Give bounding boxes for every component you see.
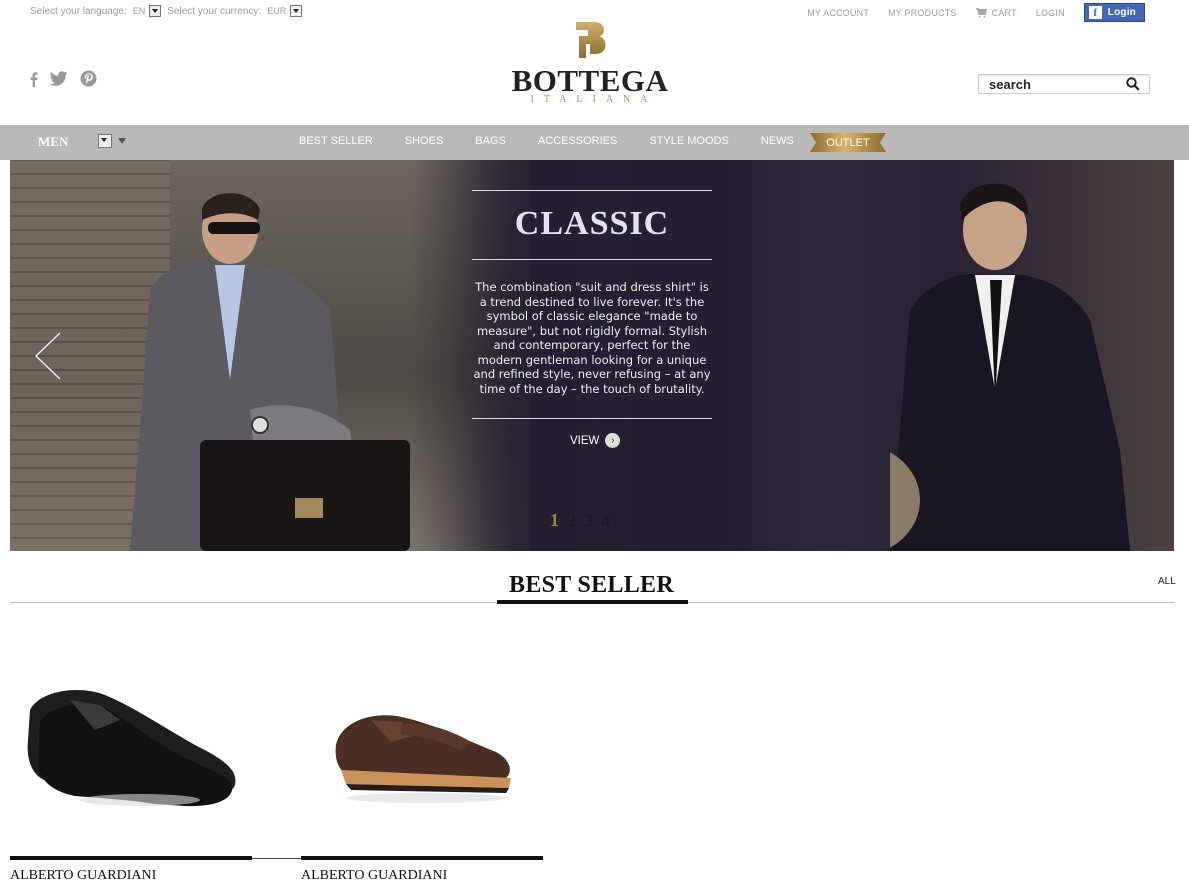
logo-subtitle: ITALIANA [530, 94, 658, 105]
nav-item-style-moods[interactable]: STYLE MOODS [633, 135, 744, 147]
facebook-icon[interactable] [30, 71, 38, 87]
slide-title: CLASSIC [514, 205, 670, 242]
caption-rule [472, 190, 712, 191]
cart-link[interactable]: CART [975, 7, 1017, 18]
caption-rule [472, 259, 712, 260]
chevron-down-icon [149, 5, 162, 17]
view-button[interactable]: VIEW › [570, 433, 621, 448]
social-links [30, 70, 97, 87]
cart-icon [975, 8, 987, 18]
chevron-right-icon: › [605, 433, 621, 448]
product-image-brown-shoes[interactable] [301, 650, 543, 845]
chevron-down-icon [290, 5, 303, 17]
nav-item-accessories[interactable]: ACCESSORIES [522, 135, 633, 147]
nav-item-best-seller[interactable]: BEST SELLER [283, 135, 389, 147]
nav-item-shoes[interactable]: SHOES [389, 135, 460, 147]
nav-items: BEST SELLER SHOES BAGS ACCESSORIES STYLE… [283, 135, 810, 147]
product-card[interactable]: ALBERTO GUARDIANI [10, 650, 252, 883]
gender-select[interactable] [98, 134, 126, 148]
section-title: BEST SELLER [509, 572, 674, 598]
language-select[interactable]: EN [133, 5, 162, 17]
slide-dot-1[interactable]: 1 [550, 510, 559, 531]
slide-description: The combination "suit and dress shirt" i… [473, 280, 711, 396]
currency-select[interactable]: EUR [267, 5, 303, 17]
hero-model-image [890, 183, 1130, 551]
main-nav: MEN BEST SELLER SHOES BAGS ACCESSORIES S… [0, 125, 1189, 160]
caption-rule [472, 418, 712, 419]
hero-model-image [130, 193, 410, 551]
facebook-login-button[interactable]: f Login [1083, 3, 1145, 22]
previous-slide-arrow-icon[interactable] [34, 332, 62, 380]
search-input[interactable] [989, 76, 1119, 92]
slide-dot-3[interactable]: 3 [584, 510, 593, 531]
my-products-link[interactable]: MY PRODUCTS [888, 8, 957, 18]
nav-item-news[interactable]: NEWS [745, 135, 810, 147]
nav-item-bags[interactable]: BAGS [459, 135, 522, 147]
search-icon[interactable] [1126, 77, 1140, 91]
language-label: Select your language: [30, 5, 127, 17]
twitter-icon[interactable] [50, 71, 68, 86]
product-card[interactable]: ALBERTO GUARDIANI [301, 650, 543, 883]
all-products-link[interactable]: ALL [1158, 576, 1176, 587]
product-separator [252, 858, 301, 859]
product-divider [301, 856, 543, 860]
logo-wordmark: BOTTEGA [511, 63, 669, 98]
hero-slider: CLASSIC The combination "suit and dress … [10, 160, 1174, 551]
currency-label: Select your currency: [167, 5, 262, 17]
gender-label: MEN [38, 134, 69, 149]
product-divider [10, 856, 252, 860]
product-name[interactable]: ALBERTO GUARDIANI [301, 868, 447, 884]
pinterest-icon[interactable] [80, 70, 97, 87]
locale-selectors: Select your language: EN Select your cur… [30, 5, 303, 17]
slide-caption: CLASSIC The combination "suit and dress … [472, 190, 712, 419]
best-seller-heading: BEST SELLER [0, 572, 1189, 599]
search-box [978, 74, 1150, 94]
product-name[interactable]: ALBERTO GUARDIANI [10, 868, 156, 884]
slide-dot-2[interactable]: 2 [567, 510, 576, 531]
account-links: MY ACCOUNT MY PRODUCTS CART LOGIN f Logi… [807, 3, 1145, 22]
facebook-icon: f [1088, 6, 1102, 19]
logo-monogram-icon [576, 22, 606, 58]
brand-logo[interactable]: BOTTEGA ITALIANA [505, 20, 675, 105]
caret-down-icon [118, 138, 126, 144]
section-title-underline [497, 600, 688, 604]
nav-item-outlet[interactable]: OUTLET [810, 133, 886, 152]
product-image-black-shoes[interactable] [10, 650, 252, 845]
my-account-link[interactable]: MY ACCOUNT [807, 8, 869, 18]
slide-dot-4[interactable]: 4 [601, 510, 610, 531]
chevron-down-icon [98, 134, 112, 148]
login-link[interactable]: LOGIN [1036, 8, 1065, 18]
slide-pagination: 1 2 3 4 [550, 510, 610, 531]
